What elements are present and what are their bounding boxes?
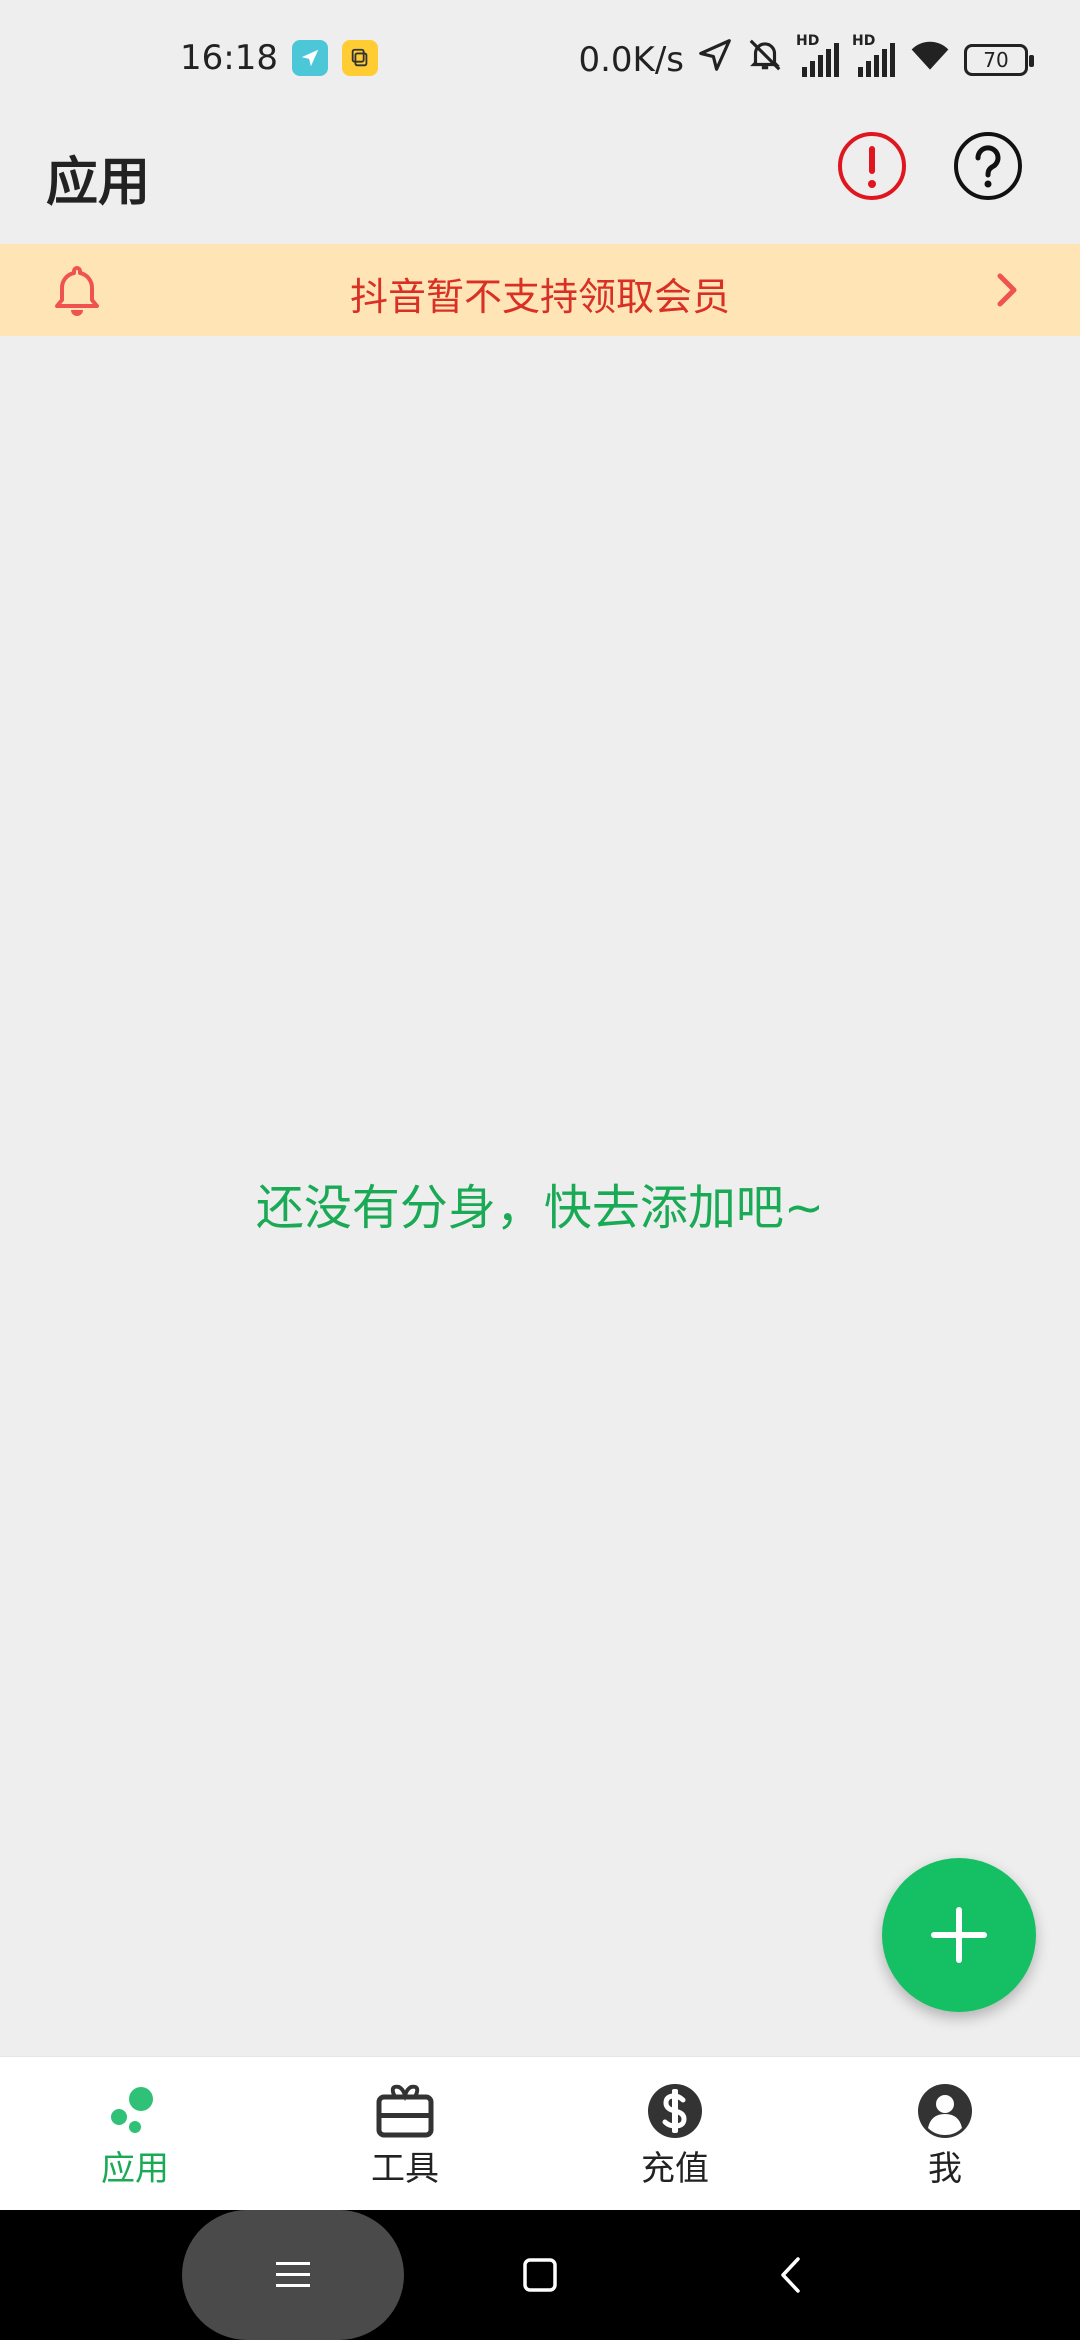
toolbox-icon	[376, 2084, 434, 2138]
bottom-nav: 应用 工具 充值 我	[0, 2056, 1080, 2210]
app-header: 应用	[0, 124, 1080, 244]
status-left: 16:18	[180, 38, 378, 78]
battery-icon: 70	[964, 43, 1034, 76]
add-clone-button[interactable]	[882, 1858, 1036, 2012]
menu-icon	[276, 2262, 310, 2287]
nav-label-tools: 工具	[371, 2149, 439, 2189]
location-icon	[696, 36, 734, 83]
nav-item-tools[interactable]: 工具	[270, 2057, 540, 2211]
chevron-right-icon	[992, 270, 1022, 310]
help-button[interactable]	[952, 130, 1024, 202]
plus-icon	[931, 1907, 987, 1963]
system-menu-button[interactable]	[182, 2210, 404, 2340]
alert-icon	[838, 132, 906, 200]
status-right: 0.0K/s HD HD 70	[578, 33, 1034, 83]
network-speed: 0.0K/s	[578, 39, 684, 80]
nav-label-me: 我	[928, 2149, 962, 2189]
system-nav-bar	[0, 2210, 1080, 2340]
app-screen: 16:18 0.0K/s HD HD 70 应用 抖音暂不支持领取会员 还没有分…	[0, 0, 1080, 2340]
user-icon	[918, 2084, 972, 2138]
help-icon	[954, 132, 1022, 200]
system-back-button[interactable]	[770, 2210, 810, 2340]
page-title: 应用	[46, 153, 151, 213]
nav-item-apps[interactable]: 应用	[0, 2057, 270, 2211]
home-icon	[523, 2258, 557, 2292]
hd-label: HD	[796, 32, 820, 49]
nav-label-recharge: 充值	[641, 2149, 709, 2189]
wifi-icon	[908, 36, 952, 83]
battery-level: 70	[983, 47, 1009, 72]
apps-dots-icon	[111, 2087, 153, 2133]
nav-item-me[interactable]: 我	[810, 2057, 1080, 2211]
navigation-app-icon	[291, 40, 328, 76]
alert-button[interactable]	[836, 130, 908, 202]
nav-item-recharge[interactable]: 充值	[540, 2057, 810, 2211]
hd-signal-icon: HD	[852, 33, 896, 79]
dollar-icon	[648, 2084, 702, 2138]
clipboard-app-icon	[341, 40, 378, 76]
mute-bell-icon	[746, 36, 784, 83]
nav-label-apps: 应用	[101, 2149, 169, 2189]
system-home-button[interactable]	[512, 2210, 568, 2340]
hd-signal-icon: HD	[796, 33, 840, 79]
status-time: 16:18	[180, 38, 278, 78]
notice-text: 抖音暂不支持领取会员	[349, 275, 730, 319]
empty-state-text: 还没有分身，快去添加吧~	[255, 1180, 825, 1236]
hd-label: HD	[852, 32, 876, 49]
status-bar: 16:18 0.0K/s HD HD 70	[0, 0, 1080, 124]
back-icon	[781, 2257, 800, 2293]
notice-banner[interactable]: 抖音暂不支持领取会员	[0, 244, 1080, 336]
